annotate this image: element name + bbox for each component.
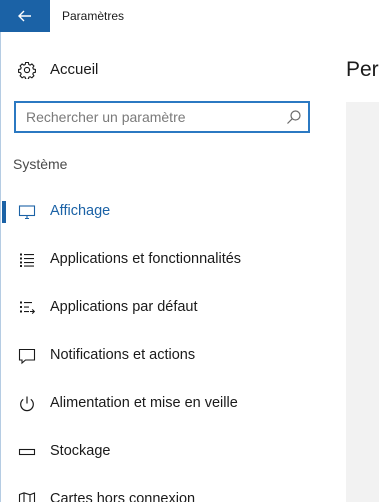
sidebar-item-notifications[interactable]: Notifications et actions <box>0 336 330 376</box>
notification-icon <box>18 348 36 365</box>
sidebar-item-affichage[interactable]: Affichage <box>0 192 330 232</box>
page-title: Per <box>346 58 379 81</box>
home-link[interactable]: Accueil <box>0 54 330 86</box>
home-label: Accueil <box>50 61 99 78</box>
section-header: Système <box>13 156 68 172</box>
search-icon[interactable] <box>286 109 302 125</box>
sidebar-item-label: Affichage <box>50 203 111 219</box>
search-input[interactable] <box>16 103 286 131</box>
monitor-icon <box>18 205 36 220</box>
content-panel <box>346 102 379 502</box>
sidebar-item-alimentation[interactable]: Alimentation et mise en veille <box>0 384 330 424</box>
storage-icon <box>18 448 36 456</box>
title-bar: Paramètres <box>0 0 379 32</box>
window-title: Paramètres <box>62 9 125 23</box>
selection-indicator <box>2 201 6 223</box>
sidebar-item-label: Cartes hors connexion <box>50 491 196 502</box>
sidebar-item-cartes[interactable]: Cartes hors connexion <box>0 480 330 502</box>
back-button[interactable] <box>0 0 50 32</box>
default-apps-icon <box>20 301 36 314</box>
sidebar-item-label: Stockage <box>50 443 111 459</box>
sidebar-item-applications-defaut[interactable]: Applications par défaut <box>0 288 330 328</box>
sidebar-item-applications-fonctionnalites[interactable]: Applications et fonctionnalités <box>0 240 330 280</box>
settings-window: Paramètres Accueil Système <box>0 0 379 502</box>
app-list-icon <box>20 253 34 267</box>
power-icon <box>20 396 34 412</box>
sidebar: Accueil Système Affichage <box>0 32 330 502</box>
sidebar-item-label: Alimentation et mise en veille <box>50 395 238 411</box>
sidebar-item-stockage[interactable]: Stockage <box>0 432 330 472</box>
arrow-left-icon <box>18 10 31 22</box>
gear-icon <box>18 61 36 79</box>
sidebar-item-label: Applications par défaut <box>50 299 198 315</box>
map-icon <box>18 492 36 502</box>
sidebar-item-label: Notifications et actions <box>50 347 196 363</box>
sidebar-item-label: Applications et fonctionnalités <box>50 251 242 267</box>
search-box <box>14 101 310 133</box>
